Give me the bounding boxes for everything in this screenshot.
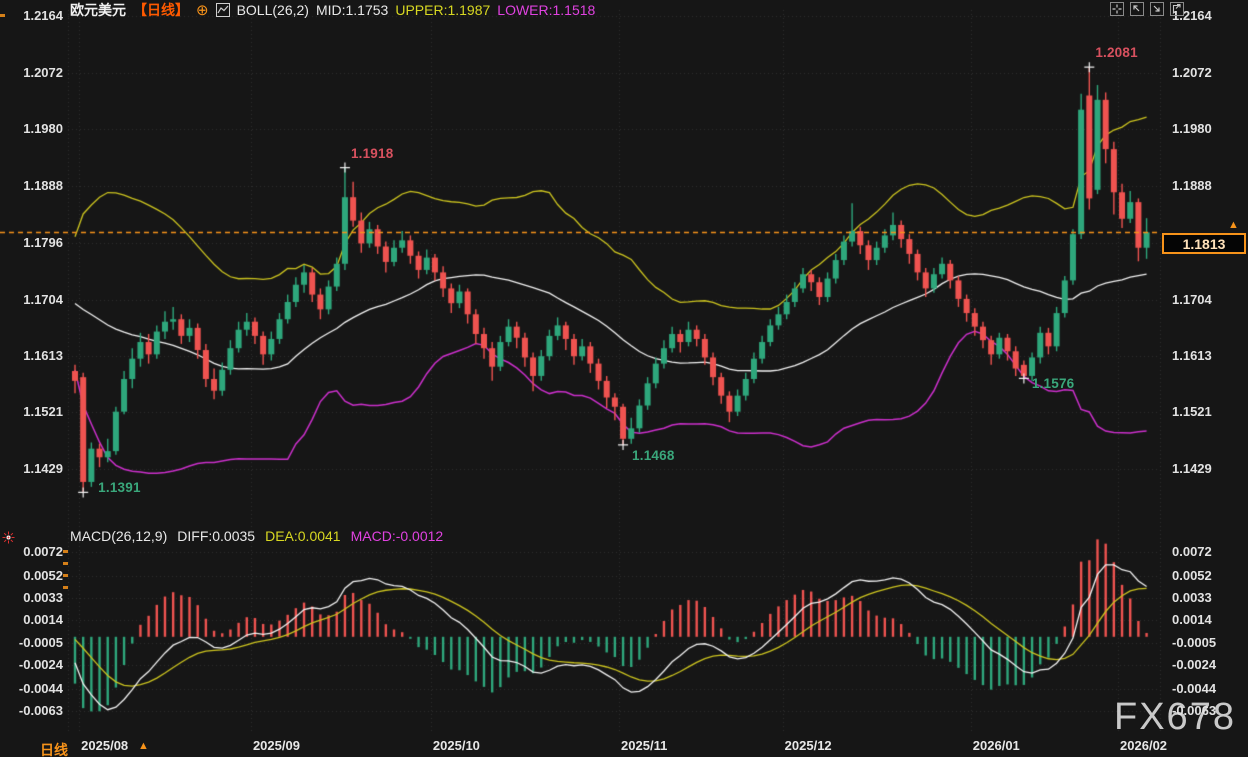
last-price-value: 1.1813 xyxy=(1183,236,1226,252)
price-axis-label-right: 1.1613 xyxy=(1172,348,1212,364)
edge-tick xyxy=(63,562,68,565)
pane-expand-up-icon[interactable] xyxy=(1130,2,1144,16)
chart-type-icon[interactable] xyxy=(216,3,230,17)
edge-tick xyxy=(63,586,68,589)
macd-dea-value: DEA:0.0041 xyxy=(265,528,341,544)
price-axis-label-right: 1.1429 xyxy=(1172,461,1212,477)
swing-high-annotation: 1.1918 xyxy=(351,146,394,161)
macd-header: MACD(26,12,9) DIFF:0.0035 DEA:0.0041 MAC… xyxy=(70,528,443,544)
period-tag[interactable]: 【日线】 xyxy=(133,0,189,20)
edge-tick xyxy=(63,550,68,553)
price-axis-label-right: 1.2072 xyxy=(1172,65,1212,81)
price-axis-label-right: 1.1980 xyxy=(1172,121,1212,137)
macd-axis-label-left: -0.0024 xyxy=(0,657,63,673)
crosshair-icon[interactable] xyxy=(1110,2,1124,16)
swing-high-annotation: 1.2081 xyxy=(1095,45,1138,60)
price-axis-label-left: 1.1429 xyxy=(0,461,63,477)
pane-expand-down-icon[interactable] xyxy=(1150,2,1164,16)
price-axis-label-left: 1.1521 xyxy=(0,404,63,420)
boll-lower-value: LOWER:1.1518 xyxy=(497,2,595,18)
chart-page: 欧元美元 【日线】 ⊕ BOLL(26,2) MID:1.1753 UPPER:… xyxy=(0,0,1248,757)
boll-label: BOLL(26,2) xyxy=(237,2,309,18)
edge-tick xyxy=(63,574,68,577)
pane-popout-icon[interactable] xyxy=(1170,2,1184,16)
swing-low-annotation: 1.1576 xyxy=(1032,376,1075,391)
macd-axis-label-right: 0.0052 xyxy=(1172,568,1212,584)
x-axis-month-label: 2025/09 xyxy=(253,738,300,753)
macd-diff-value: DIFF:0.0035 xyxy=(177,528,255,544)
x-axis-month-label: 2025/10 xyxy=(433,738,480,753)
main-chart-header: 欧元美元 【日线】 ⊕ BOLL(26,2) MID:1.1753 UPPER:… xyxy=(70,1,595,19)
macd-axis-label-right: 0.0014 xyxy=(1172,612,1212,628)
macd-macd-value: MACD:-0.0012 xyxy=(351,528,444,544)
pane-toolbar xyxy=(1110,2,1184,16)
macd-axis-label-right: 0.0033 xyxy=(1172,590,1212,606)
price-axis-label-right: 1.1888 xyxy=(1172,178,1212,194)
timeframe-badge[interactable]: 日线 xyxy=(40,740,68,757)
macd-axis-label-left: -0.0044 xyxy=(0,681,63,697)
macd-name: MACD(26,12,9) xyxy=(70,528,167,544)
macd-axis-label-left: -0.0005 xyxy=(0,635,63,651)
macd-axis-label-left: 0.0033 xyxy=(0,590,63,606)
price-axis-label-left: 1.1796 xyxy=(0,235,63,251)
price-axis-label-left: 1.2072 xyxy=(0,65,63,81)
x-axis-month-label: 2025/11 xyxy=(621,738,667,753)
swing-low-annotation: 1.1391 xyxy=(98,480,141,495)
last-price-badge: 1.1813 xyxy=(1162,233,1246,254)
price-axis-label-left: 1.2164 xyxy=(0,8,63,24)
price-axis-label-left: 1.1980 xyxy=(0,121,63,137)
macd-axis-label-right: -0.0005 xyxy=(1172,635,1216,651)
macd-axis-label-right: -0.0024 xyxy=(1172,657,1216,673)
boll-mid-value: MID:1.1753 xyxy=(316,2,388,18)
x-axis-month-label: 2026/02 xyxy=(1120,738,1167,753)
macd-axis-label-right: -0.0044 xyxy=(1172,681,1216,697)
macd-axis-label-right: 0.0072 xyxy=(1172,544,1212,560)
price-axis-label-right: 1.1704 xyxy=(1172,292,1212,308)
price-axis-label-left: 1.1613 xyxy=(0,348,63,364)
macd-axis-label-right: -0.0063 xyxy=(1172,703,1216,719)
target-marker-icon xyxy=(2,531,15,549)
add-indicator-icon[interactable]: ⊕ xyxy=(196,1,209,19)
price-up-arrow-icon: ▲ xyxy=(1228,219,1239,231)
swing-low-annotation: 1.1468 xyxy=(632,448,675,463)
macd-axis-label-left: 0.0014 xyxy=(0,612,63,628)
timeframe-up-arrow-icon[interactable]: ▲ xyxy=(138,740,149,752)
x-axis-month-label: 2026/01 xyxy=(973,738,1020,753)
x-axis-month-label: 2025/12 xyxy=(785,738,832,753)
price-axis-label-left: 1.1704 xyxy=(0,292,63,308)
macd-axis-label-left: 0.0052 xyxy=(0,568,63,584)
boll-upper-value: UPPER:1.1987 xyxy=(395,2,490,18)
price-axis-label-left: 1.1888 xyxy=(0,178,63,194)
symbol-name: 欧元美元 xyxy=(70,0,126,20)
macd-axis-label-left: -0.0063 xyxy=(0,703,63,719)
edge-tick xyxy=(0,14,5,17)
price-axis-label-right: 1.1521 xyxy=(1172,404,1212,420)
x-axis-month-label: 2025/08 xyxy=(81,738,128,753)
